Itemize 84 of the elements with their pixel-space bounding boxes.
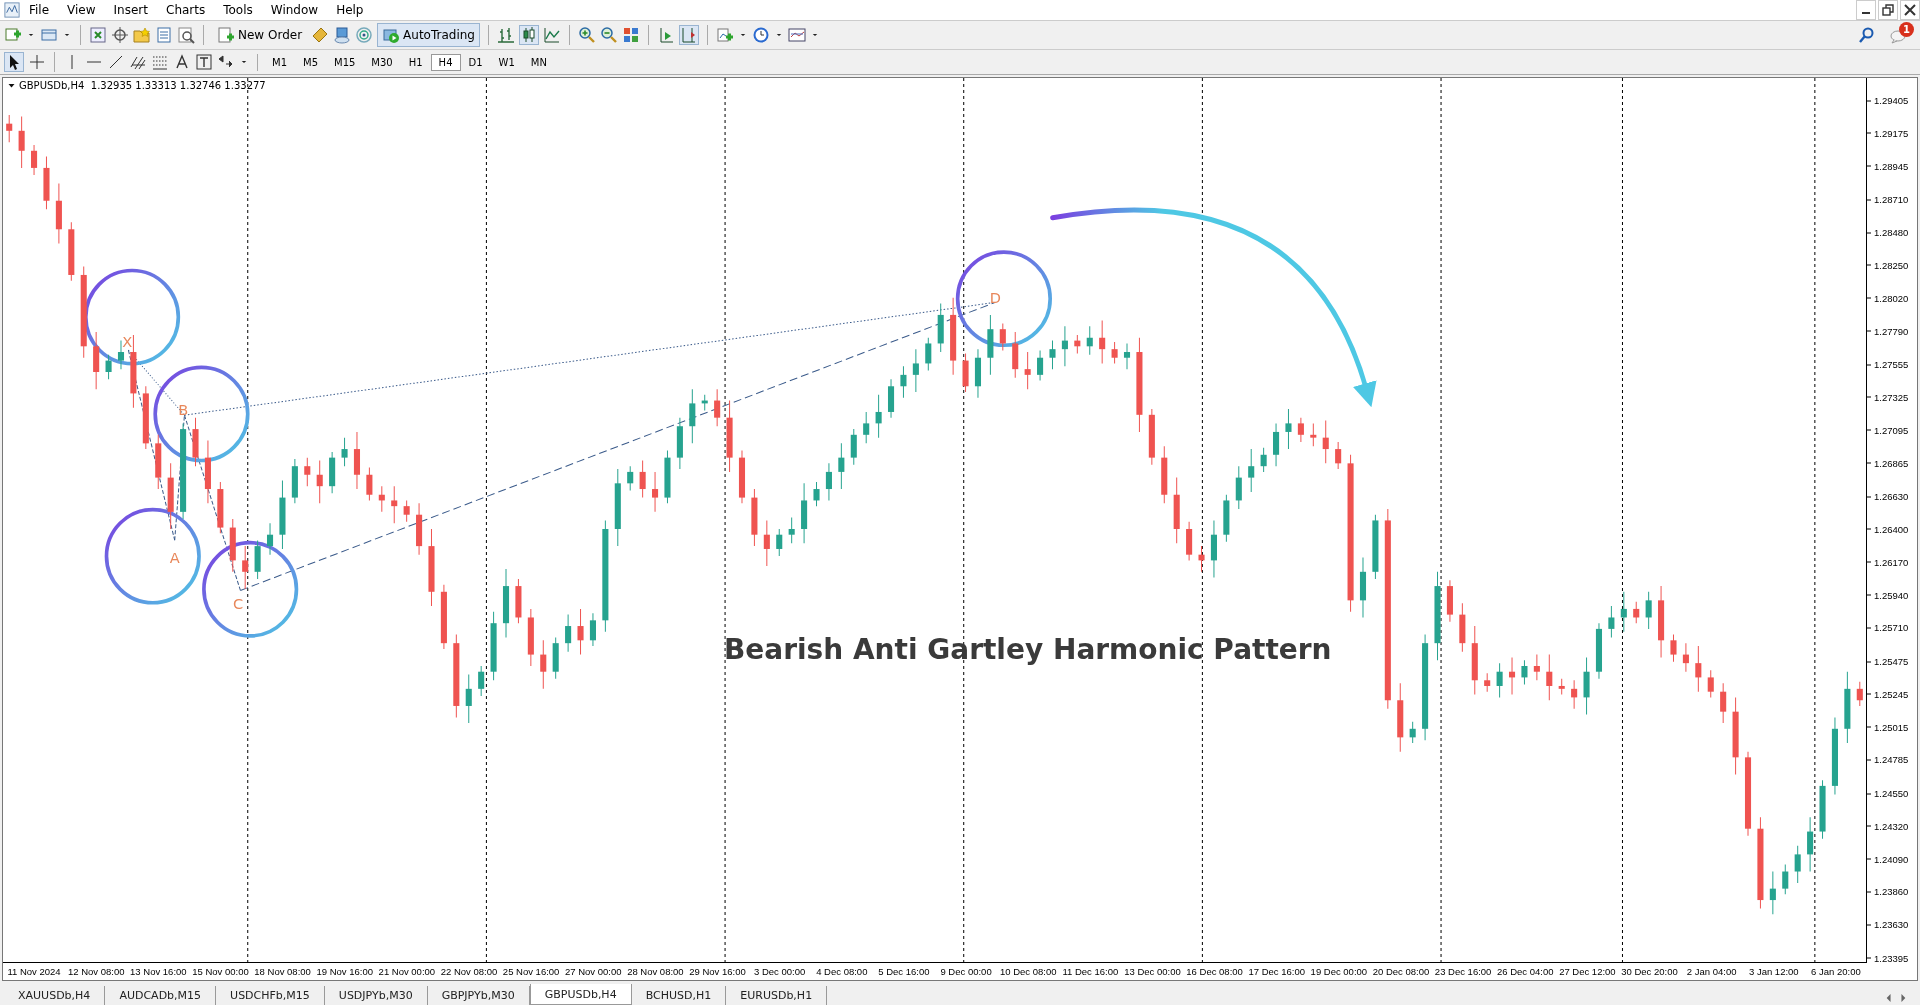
menu-item[interactable]: Charts [157, 3, 215, 17]
time-label: 6 Jan 20:00 [1811, 966, 1861, 977]
menu-item[interactable]: Insert [104, 3, 157, 17]
timeframe-button[interactable]: H1 [400, 53, 431, 71]
price-label: 1.26400 [1867, 523, 1909, 535]
price-label: 1.26170 [1867, 556, 1909, 568]
time-label: 28 Nov 08:00 [627, 966, 684, 977]
time-label: 22 Nov 08:00 [440, 966, 498, 977]
price-label: 1.28710 [1867, 193, 1909, 205]
time-label: 4 Dec 08:00 [816, 966, 868, 977]
time-label: 9 Dec 00:00 [940, 966, 992, 977]
timeframe-button[interactable]: W1 [490, 53, 523, 71]
pattern-point-label: X [122, 332, 133, 350]
notification-badge: 1 [1899, 22, 1914, 37]
time-label: 3 Dec 00:00 [754, 966, 806, 977]
timeframe-button[interactable]: M30 [363, 53, 401, 71]
time-label: 23 Dec 16:00 [1434, 966, 1492, 977]
time-label: 13 Nov 16:00 [130, 966, 187, 977]
time-label: 17 Dec 16:00 [1248, 966, 1305, 977]
price-label: 1.27095 [1867, 424, 1909, 436]
price-label: 1.29405 [1867, 94, 1909, 106]
price-label: 1.24785 [1867, 753, 1909, 765]
price-label: 1.25940 [1867, 589, 1909, 601]
pattern-point-label: B [178, 401, 189, 419]
price-label: 1.24550 [1867, 787, 1909, 799]
price-label: 1.27790 [1867, 325, 1909, 337]
time-label: 18 Nov 08:00 [254, 966, 311, 977]
pattern-point-label: C [232, 595, 244, 613]
price-label: 1.25710 [1867, 621, 1909, 633]
timeframe-button[interactable]: M5 [295, 53, 326, 71]
timeframe-button[interactable]: D1 [460, 53, 491, 71]
time-label: 27 Nov 00:00 [565, 966, 622, 977]
new-order-button[interactable]: New Order [212, 23, 308, 47]
price-label: 1.28480 [1867, 226, 1909, 238]
time-label: 12 Nov 08:00 [67, 966, 125, 977]
price-label: 1.24320 [1867, 820, 1909, 832]
time-label: 5 Dec 16:00 [878, 966, 930, 977]
menu-item[interactable]: Tools [214, 3, 262, 17]
time-label: 27 Dec 12:00 [1559, 966, 1616, 977]
time-label: 13 Dec 00:00 [1124, 966, 1181, 977]
pattern-title: Bearish Anti Gartley Harmonic Pattern [723, 633, 1332, 667]
time-label: 26 Dec 04:00 [1497, 966, 1554, 977]
price-label: 1.27325 [1867, 391, 1909, 403]
price-label: 1.25475 [1867, 655, 1909, 667]
price-label: 1.29175 [1867, 127, 1909, 139]
price-label: 1.28250 [1867, 259, 1909, 271]
time-label: 15 Nov 00:00 [192, 966, 249, 977]
time-label: 19 Nov 16:00 [316, 966, 373, 977]
timeframe-button[interactable]: M15 [326, 53, 364, 71]
price-label: 1.26630 [1867, 490, 1909, 502]
time-label: 10 Dec 08:00 [999, 966, 1057, 977]
pattern-point-label: D [989, 288, 1001, 306]
price-label: 1.24090 [1867, 853, 1909, 865]
chart-symbol-info: GBPUSDb,H4 1.32935 1.33313 1.32746 1.33277 [19, 80, 266, 91]
price-label: 1.27555 [1867, 358, 1909, 370]
time-label: 30 Dec 20:00 [1621, 966, 1678, 977]
price-label: 1.23630 [1867, 918, 1909, 930]
menu-item[interactable]: Window [261, 3, 328, 17]
menu-item[interactable]: Help [327, 3, 373, 17]
timeframe-button[interactable]: M1 [264, 53, 295, 71]
time-label: 21 Nov 00:00 [378, 966, 436, 977]
time-label: 20 Dec 08:00 [1372, 966, 1430, 977]
chart-tab[interactable]: GBPUSDb,H4 [529, 984, 632, 1005]
price-label: 1.28945 [1867, 160, 1909, 172]
price-label: 1.28020 [1867, 292, 1909, 304]
time-label: 19 Dec 00:00 [1310, 966, 1368, 977]
menu-item[interactable]: File [20, 3, 59, 17]
timeframe-button[interactable]: MN [522, 53, 555, 71]
time-label: 16 Dec 08:00 [1186, 966, 1243, 977]
pattern-point-label: A [169, 548, 180, 566]
time-label: 25 Nov 16:00 [502, 966, 560, 977]
time-label: 29 Nov 16:00 [689, 966, 746, 977]
time-label: 3 Jan 12:00 [1748, 966, 1799, 977]
timeframe-button[interactable]: H4 [430, 53, 461, 71]
price-label: 1.25015 [1867, 721, 1909, 733]
price-label: 1.25245 [1867, 688, 1909, 700]
price-label: 1.23395 [1867, 952, 1909, 964]
time-label: 2 Jan 04:00 [1686, 966, 1737, 977]
menu-item[interactable]: View [58, 3, 105, 17]
time-label: 11 Dec 16:00 [1062, 966, 1119, 977]
auto-trading-button[interactable]: AutoTrading [377, 23, 480, 47]
time-label: 11 Nov 2024 [7, 966, 61, 977]
price-label: 1.26865 [1867, 457, 1909, 469]
price-label: 1.23860 [1867, 886, 1909, 897]
